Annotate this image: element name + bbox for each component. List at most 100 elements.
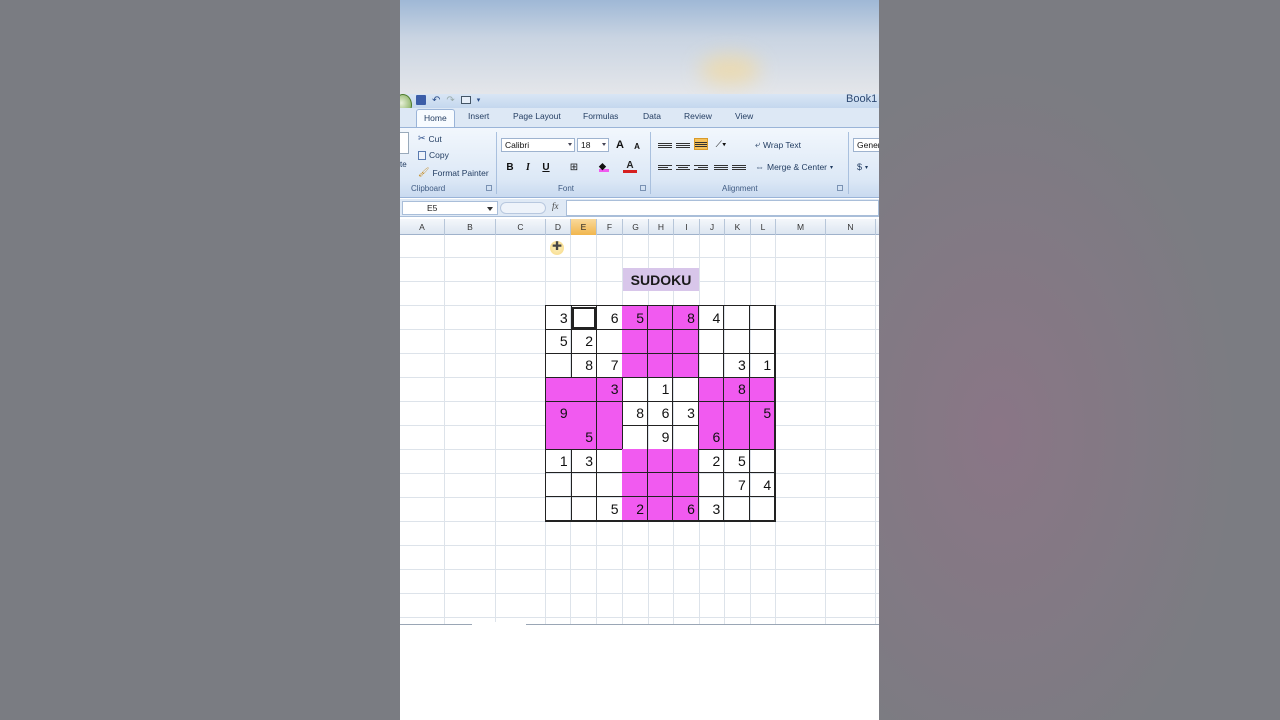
tab-formulas[interactable]: Formulas [583, 111, 618, 121]
redo-icon[interactable]: ↷ [446, 95, 454, 106]
name-box[interactable]: E5 [402, 201, 498, 215]
sudoku-cell[interactable] [571, 473, 598, 498]
alignment-launcher-icon[interactable] [837, 185, 843, 191]
tab-insert[interactable]: Insert [468, 111, 489, 121]
paste-label[interactable]: te [400, 160, 407, 169]
print-preview-icon[interactable] [460, 96, 471, 104]
sudoku-cell[interactable]: 3 [698, 497, 725, 522]
sudoku-cell[interactable] [571, 306, 598, 331]
customize-qat-icon[interactable]: ▾ [477, 96, 481, 104]
font-launcher-icon[interactable] [640, 185, 646, 191]
sudoku-cell[interactable]: 4 [749, 473, 776, 498]
sudoku-cell[interactable]: 6 [698, 425, 725, 450]
sudoku-cell[interactable] [571, 377, 598, 402]
sudoku-cell[interactable]: 1 [546, 449, 572, 474]
sudoku-cell[interactable] [724, 497, 750, 522]
column-header-d[interactable]: D [546, 219, 571, 235]
sudoku-title[interactable]: SUDOKU [623, 268, 699, 291]
sudoku-cell[interactable] [622, 425, 648, 450]
sudoku-cell[interactable]: 3 [596, 377, 623, 402]
sudoku-cell[interactable]: 3 [673, 401, 699, 426]
sudoku-cell[interactable]: 5 [571, 425, 598, 450]
sudoku-cell[interactable]: 2 [698, 449, 725, 474]
font-size-select[interactable]: 18 [577, 138, 609, 152]
sudoku-cell[interactable]: 4 [698, 306, 725, 331]
number-format-select[interactable]: Gener [853, 138, 879, 152]
sudoku-cell[interactable]: 1 [749, 353, 776, 378]
sudoku-cell[interactable]: 3 [724, 353, 750, 378]
sudoku-cell[interactable] [622, 353, 648, 378]
increase-indent-icon[interactable] [732, 161, 746, 173]
sudoku-cell[interactable] [673, 329, 699, 354]
sudoku-cell[interactable] [596, 449, 623, 474]
sudoku-cell[interactable] [571, 497, 598, 522]
sudoku-cell[interactable] [724, 401, 750, 426]
sudoku-cell[interactable] [698, 473, 725, 498]
column-header-f[interactable]: F [597, 219, 623, 235]
sudoku-cell[interactable] [596, 425, 623, 450]
sudoku-cell[interactable]: 1 [647, 377, 674, 402]
sudoku-cell[interactable] [596, 329, 623, 354]
sudoku-cell[interactable] [698, 329, 725, 354]
sudoku-cell[interactable] [724, 329, 750, 354]
sudoku-cell[interactable] [647, 306, 674, 331]
copy-button[interactable]: Copy [418, 150, 449, 160]
format-painter-button[interactable]: 🖌 Format Painter [418, 167, 489, 178]
sudoku-cell[interactable]: 5 [724, 449, 750, 474]
sudoku-cell[interactable] [647, 329, 674, 354]
sudoku-cell[interactable] [546, 497, 572, 522]
sudoku-cell[interactable] [749, 449, 776, 474]
sudoku-cell[interactable] [749, 306, 776, 331]
sudoku-cell[interactable] [749, 425, 776, 450]
sudoku-cell[interactable] [546, 353, 572, 378]
sudoku-cell[interactable] [546, 377, 572, 402]
paste-icon[interactable] [400, 132, 409, 154]
sudoku-cell[interactable] [647, 497, 674, 522]
sudoku-cell[interactable] [647, 449, 674, 474]
borders-icon[interactable]: ⊞ [567, 160, 581, 174]
sudoku-cell[interactable]: 7 [596, 353, 623, 378]
sudoku-cell[interactable] [673, 449, 699, 474]
sudoku-cell[interactable]: 5 [749, 401, 776, 426]
decrease-indent-icon[interactable] [714, 161, 728, 173]
sudoku-cell[interactable]: 6 [596, 306, 623, 331]
column-header-h[interactable]: H [649, 219, 674, 235]
align-right-icon[interactable] [694, 161, 708, 173]
sudoku-cell[interactable] [647, 473, 674, 498]
sudoku-cell[interactable] [622, 473, 648, 498]
sudoku-cell[interactable] [571, 401, 598, 426]
fill-color-icon[interactable]: ◆ [597, 160, 611, 174]
sudoku-cell[interactable]: 6 [673, 497, 699, 522]
wrap-text-button[interactable]: ⤶ Wrap Text [755, 139, 801, 150]
column-header-e[interactable]: E [571, 219, 597, 235]
sudoku-cell[interactable]: 5 [596, 497, 623, 522]
sudoku-cell[interactable] [673, 353, 699, 378]
shrink-font-button[interactable]: A [630, 139, 644, 153]
column-header-g[interactable]: G [623, 219, 649, 235]
italic-button[interactable]: I [521, 160, 535, 174]
tab-view[interactable]: View [735, 111, 753, 121]
save-icon[interactable] [416, 95, 426, 105]
sudoku-cell[interactable] [673, 425, 699, 450]
sudoku-cell[interactable] [673, 377, 699, 402]
sudoku-cell[interactable] [698, 377, 725, 402]
clipboard-launcher-icon[interactable] [486, 185, 492, 191]
sudoku-cell[interactable] [622, 329, 648, 354]
sudoku-cell[interactable]: 6 [647, 401, 674, 426]
sudoku-cell[interactable] [698, 401, 725, 426]
align-middle-icon[interactable] [676, 139, 690, 151]
sudoku-cell[interactable]: 5 [546, 329, 572, 354]
sudoku-cell[interactable]: 2 [622, 497, 648, 522]
font-color-button[interactable]: A [623, 160, 637, 173]
sudoku-cell[interactable] [749, 377, 776, 402]
sudoku-cell[interactable]: 3 [546, 306, 572, 331]
column-header-b[interactable]: B [445, 219, 496, 235]
sudoku-cell[interactable] [724, 306, 750, 331]
column-header-m[interactable]: M [776, 219, 826, 235]
sudoku-cell[interactable] [622, 449, 648, 474]
grow-font-button[interactable]: A [613, 138, 627, 152]
column-header-j[interactable]: J [700, 219, 725, 235]
sudoku-cell[interactable] [673, 473, 699, 498]
sudoku-cell[interactable] [647, 353, 674, 378]
sudoku-cell[interactable]: 7 [724, 473, 750, 498]
